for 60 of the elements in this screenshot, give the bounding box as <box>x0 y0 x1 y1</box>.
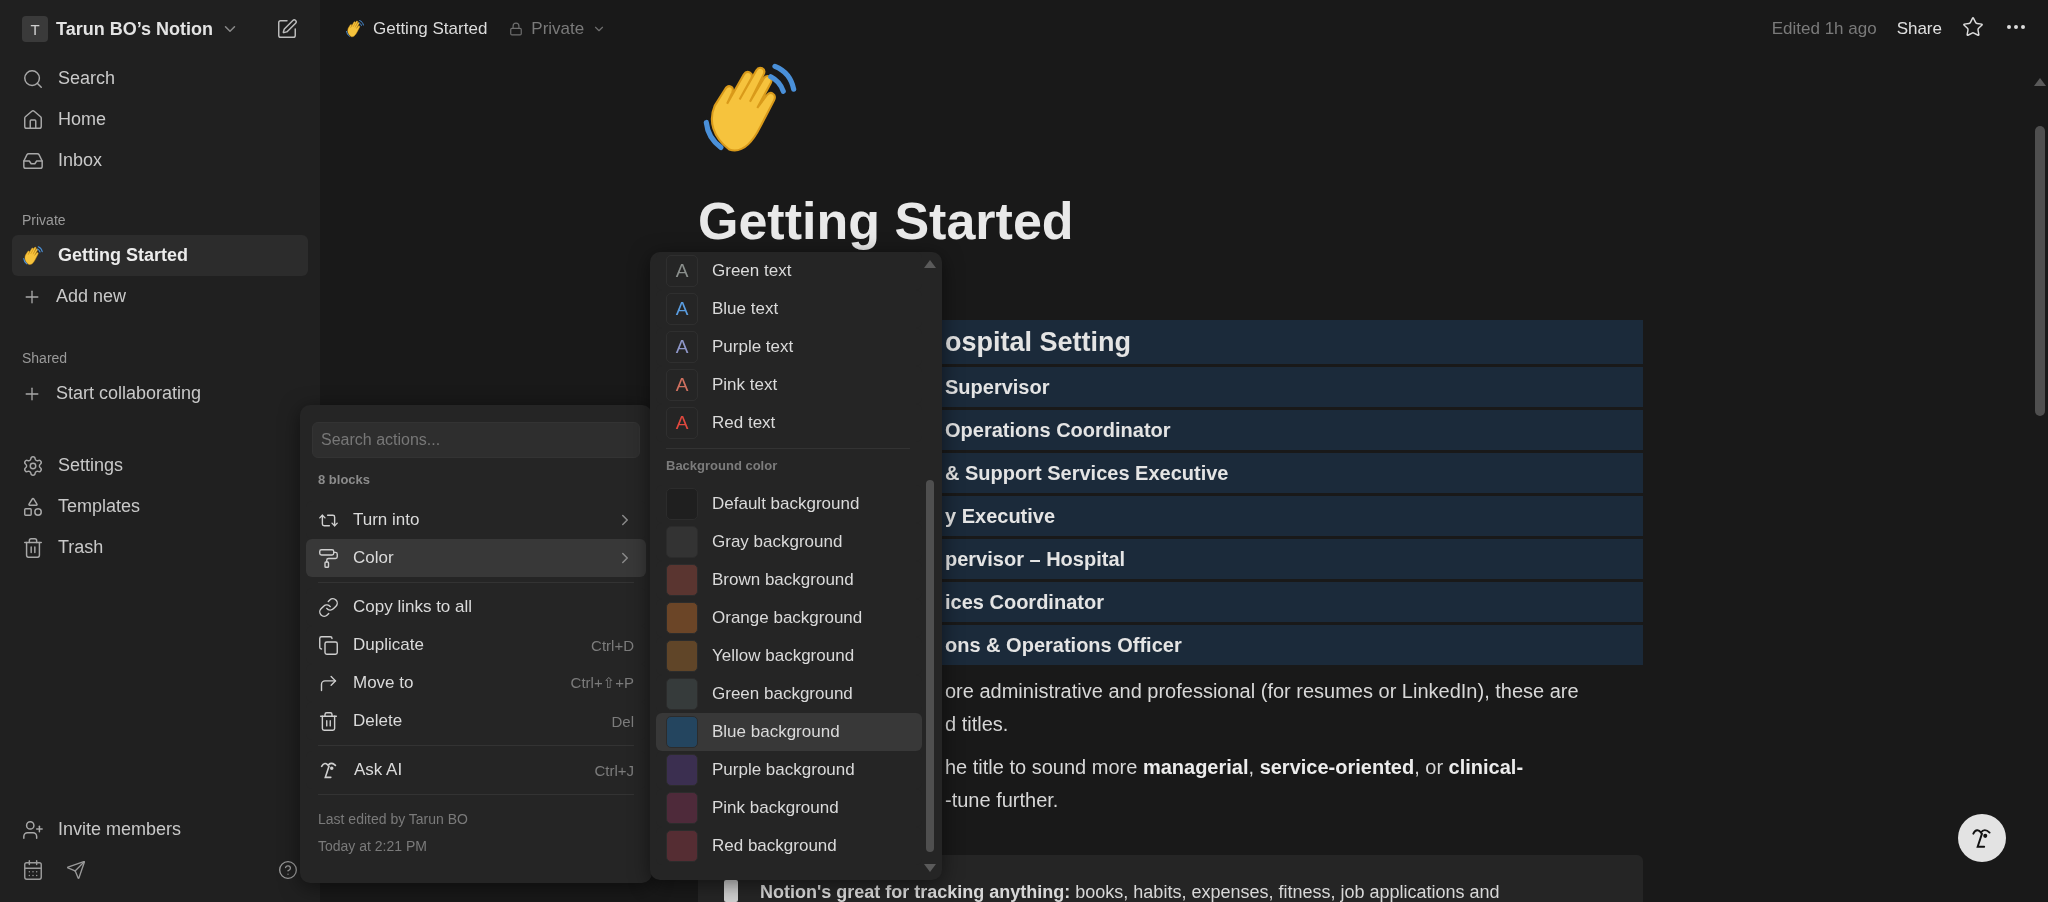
search-actions-field[interactable]: Search actions... <box>312 422 640 458</box>
paint-roller-icon <box>318 547 339 569</box>
calendar-icon[interactable] <box>22 859 44 881</box>
copy-icon <box>318 634 339 656</box>
privacy-label[interactable]: Private <box>531 19 585 39</box>
help-icon[interactable] <box>278 860 298 880</box>
user-plus-icon <box>22 818 44 841</box>
trash-icon <box>22 536 44 559</box>
sidebar-item[interactable]: Getting Started <box>12 235 308 276</box>
paragraph-line: ore administrative and professional (for resumes or LinkedIn), these are <box>945 679 1580 704</box>
shortcut-hint: Ctrl+⇧+P <box>570 674 634 692</box>
home-icon <box>22 108 44 131</box>
paragraph-line: he title to sound more managerial, service-oriented, or clinical- <box>945 755 1525 780</box>
page-title: Getting Started <box>698 191 1075 252</box>
ai-assistant-button[interactable] <box>1958 814 2006 862</box>
callout-text: Notion's great for tracking anything: books, habits, expenses, fitness, job applications and <box>760 882 1500 902</box>
trash-icon <box>318 710 339 732</box>
section-label: Private <box>21 211 67 230</box>
breadcrumb-title[interactable]: Getting Started <box>373 19 488 39</box>
paragraph-line: d titles. <box>945 712 1010 737</box>
color-option[interactable]: A Green text <box>656 252 922 290</box>
compose-icon[interactable] <box>276 18 298 40</box>
sidebar-item[interactable]: Home <box>12 99 308 140</box>
edited-time: Edited 1h ago <box>1771 19 1877 39</box>
sidebar-item[interactable]: Inbox <box>12 140 308 181</box>
waving-hand-icon <box>345 19 365 39</box>
waving-hand-icon <box>22 244 44 267</box>
star-icon[interactable] <box>1962 15 1984 38</box>
sidebar-item[interactable]: Trash <box>12 527 308 568</box>
edit-info: Today at 2:21 PM <box>317 837 428 856</box>
settings-icon <box>22 454 44 477</box>
lock-icon <box>509 22 524 36</box>
text-color-icon: A <box>666 331 698 363</box>
search-icon <box>22 67 44 90</box>
sidebar-item[interactable]: Search <box>12 58 308 99</box>
sidebar-item[interactable]: Templates <box>12 486 308 527</box>
section-label: Shared <box>21 349 69 368</box>
link-icon <box>318 596 339 618</box>
menu-item[interactable]: Color <box>306 539 646 577</box>
workspace-avatar[interactable]: T <box>22 16 48 42</box>
invite-members-item[interactable]: Invite members <box>12 809 308 850</box>
sidebar-item[interactable]: Settings <box>12 445 308 486</box>
page-icon <box>724 880 738 902</box>
text-color-icon: A <box>666 407 698 439</box>
shortcut-hint: Del <box>611 712 634 730</box>
sidebar-item[interactable]: Start collaborating <box>12 373 308 414</box>
share-button[interactable]: Share <box>1896 19 1942 39</box>
shapes-icon <box>22 495 44 518</box>
selection-count: 8 blocks <box>318 471 372 489</box>
edit-info: Last edited by Tarun BO <box>317 810 469 829</box>
shortcut-hint: Ctrl+D <box>591 636 634 654</box>
color-option[interactable]: Blue background <box>656 713 922 751</box>
text-color-icon: A <box>666 293 698 325</box>
paragraph-line: -tune further. <box>945 788 1060 813</box>
sidebar-item[interactable]: Add new <box>12 276 308 317</box>
text-color-icon: A <box>666 369 698 401</box>
send-icon[interactable] <box>66 860 86 880</box>
workspace-name[interactable]: Tarun BO’s Notion <box>56 18 213 40</box>
shortcut-hint: Ctrl+J <box>594 761 634 779</box>
text-color-icon: A <box>666 255 698 287</box>
